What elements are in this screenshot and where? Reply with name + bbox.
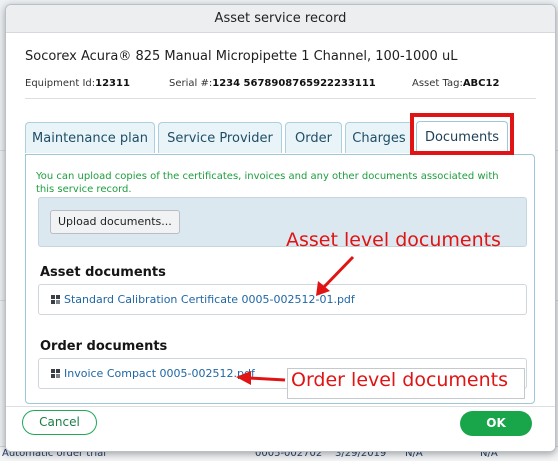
asset-service-record-dialog: Asset service record Socorex Acura® 825 …: [5, 4, 556, 452]
annotation-arrow-order: [236, 371, 286, 385]
